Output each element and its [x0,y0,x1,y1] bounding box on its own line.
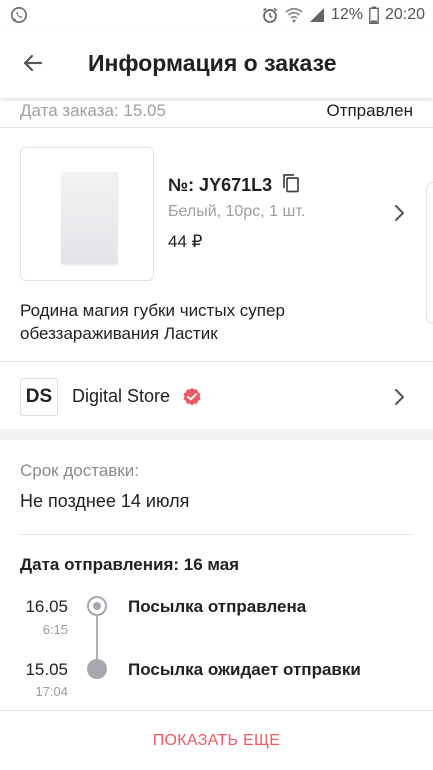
whatsapp-icon [10,6,28,24]
battery-icon [369,6,379,24]
section-gap [0,429,433,440]
timeline-event: Посылка отправлена [128,597,307,616]
timeline-time: 6:15 [42,622,68,637]
product-price: 44 ₽ [168,232,203,251]
timeline-line [96,614,98,662]
product-card[interactable]: №: JY671L3 Белый, 10pc, 1 шт. 44 ₽ Родин… [0,129,433,361]
delivery-value: Не позднее 14 июля [20,491,190,511]
store-row[interactable]: DS Digital Store [0,361,433,429]
timeline-event: Посылка ожидает отправки [128,660,361,679]
arrow-left-icon [21,51,45,80]
wifi-icon [285,7,303,23]
order-number-row: №: JY671L3 [168,173,300,198]
timeline-date: 16.05 [25,597,68,616]
delivery-label: Срок доставки: [20,461,139,480]
store-logo: DS [20,378,58,416]
signal-icon [309,7,325,23]
chevron-right-icon[interactable] [390,201,410,225]
app-bar: Информация о заказе [0,30,433,98]
product-variant: Белый, 10pc, 1 шт. [168,203,306,220]
status-icons: 12% 20:20 [261,5,425,25]
timeline-time: 17:04 [35,684,68,699]
shipping-date: Дата отправления: 16 мая [20,555,240,574]
verified-badge-icon [182,387,202,407]
timeline-dot-current [87,596,107,616]
battery-percent: 12% [330,6,363,23]
copy-icon[interactable] [282,173,300,198]
next-card-edge [426,182,433,324]
timeline-dot [87,659,107,679]
show-more-button[interactable]: ПОКАЗАТЬ ЕЩЕ [0,720,433,762]
product-name[interactable]: Родина магия губки чистых супер обеззара… [20,299,350,345]
divider [20,534,413,535]
store-name: Digital Store [72,386,171,406]
product-image[interactable] [20,147,154,281]
status-bar: 12% 20:20 [0,0,433,30]
page-title: Информация о заказе [88,50,337,76]
chevron-right-icon[interactable] [390,385,410,409]
back-button[interactable] [16,48,50,82]
order-date: Дата заказа: 15.05 [20,101,166,120]
order-header: Дата заказа: 15.05 Отправлен [0,98,433,128]
timeline-date: 15.05 [25,660,68,679]
divider [0,710,433,711]
order-number: №: JY671L3 [168,175,273,195]
order-status: Отправлен [326,101,413,120]
clock: 20:20 [384,6,425,23]
alarm-icon [261,6,279,24]
sponge-image [61,172,117,264]
